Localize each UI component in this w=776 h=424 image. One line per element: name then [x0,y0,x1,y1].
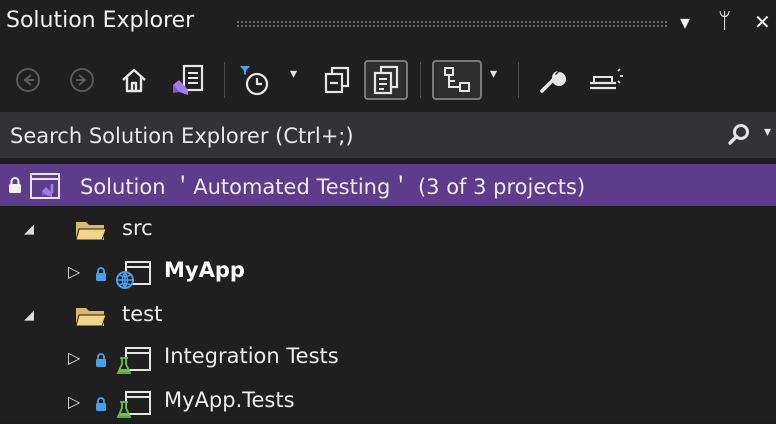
search-options-dropdown-icon[interactable]: ▾ [764,124,771,140]
lock-icon [96,353,106,367]
toolbar-separator [518,62,519,98]
home-button[interactable] [116,60,152,100]
lock-icon [96,397,106,411]
properties-button[interactable] [532,60,572,100]
show-all-files-icon [373,65,399,95]
pending-changes-filter-button[interactable] [236,60,274,100]
search-icon[interactable] [726,122,752,148]
tree-row-folder[interactable]: ◢ test [0,296,776,338]
title-bar-grip[interactable] [236,20,668,28]
expanded-arrow-icon[interactable]: ◢ [24,222,34,237]
forward-button[interactable] [66,60,98,100]
toolbar-separator [420,62,421,98]
pin-icon[interactable]: ᛘ [718,8,731,36]
sync-dropdown-icon[interactable]: ▾ [490,66,497,82]
preview-selected-button[interactable] [584,60,628,100]
test-project-icon [116,391,151,418]
folder-label: src [122,216,153,240]
wrench-icon [540,71,566,93]
project-label: MyApp.Tests [164,388,295,412]
solution-explorer-window: Solution Explorer ▾ ᛘ ✕ ▾ ▾ Search Solut… [0,0,776,422]
collapse-all-icon [324,66,350,94]
filter-dropdown-icon[interactable]: ▾ [290,66,297,82]
search-input[interactable] [8,116,712,156]
title-bar[interactable]: Solution Explorer ▾ ᛘ ✕ [0,0,776,46]
arrow-left-circle-icon [16,68,40,92]
window-options-dropdown-icon[interactable]: ▾ [680,8,690,36]
clock-filter-icon [240,66,269,96]
solution-tree: Solution ＇Automated Testing＇ (3 of 3 pro… [0,158,776,422]
solution-icon [30,173,60,199]
solution-label: Solution ＇Automated Testing＇ (3 of 3 pro… [80,175,586,199]
close-icon[interactable]: ✕ [754,8,771,36]
collapse-all-button[interactable] [318,60,356,100]
tree-sync-icon [444,67,470,92]
switch-views-button[interactable] [168,60,208,100]
lock-icon [96,267,106,281]
back-button[interactable] [12,60,44,100]
test-project-icon [116,347,151,374]
preview-icon [590,68,623,90]
sync-active-document-button[interactable] [432,60,482,100]
tree-row-folder[interactable]: ◢ src [0,210,776,252]
window-title: Solution Explorer [6,8,195,33]
tree-row-project[interactable]: ▷ MyApp.Tests [0,382,776,424]
toolbar-separator [224,62,225,98]
tree-row-project[interactable]: ▷ Integration Tests [0,338,776,380]
web-project-icon [116,261,151,289]
home-icon [122,68,146,93]
collapsed-arrow-icon[interactable]: ▷ [68,392,80,411]
tree-row-solution[interactable]: Solution ＇Automated Testing＇ (3 of 3 pro… [0,164,776,206]
expanded-arrow-icon[interactable]: ◢ [24,308,34,323]
project-label: Integration Tests [164,344,339,368]
folder-label: test [122,302,163,326]
arrow-right-circle-icon [70,68,94,92]
toolbar: ▾ ▾ [0,48,776,110]
tree-row-project[interactable]: ▷ MyApp [0,252,776,294]
collapsed-arrow-icon[interactable]: ▷ [68,262,80,281]
search-bar: ▾ [0,112,776,158]
folder-open-icon [75,308,107,327]
show-all-files-button[interactable] [364,60,408,100]
vs-switch-views-icon [173,64,204,95]
project-label: MyApp [164,258,245,282]
folder-open-icon [75,222,107,241]
lock-icon [9,177,21,193]
collapsed-arrow-icon[interactable]: ▷ [68,348,80,367]
